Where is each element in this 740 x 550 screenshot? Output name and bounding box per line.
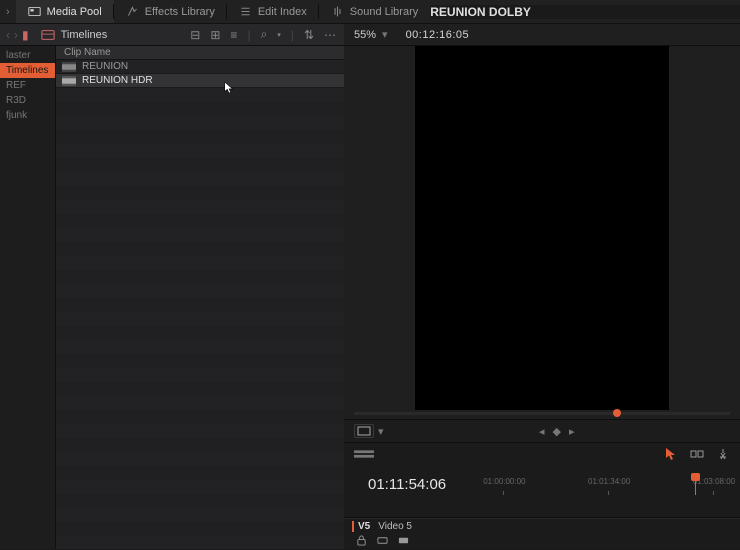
ruler-tick: 01:00:00:00 [483, 477, 525, 486]
search-chevron-icon[interactable]: ▾ [275, 31, 283, 39]
timeline-playhead-icon[interactable] [695, 473, 696, 495]
view-list-icon[interactable]: ≡ [228, 28, 239, 42]
mouse-cursor-icon [224, 82, 234, 97]
bin-item[interactable]: Timelines [0, 63, 55, 78]
clip-row[interactable]: REUNION HDR [56, 74, 344, 88]
clip-name: REUNION HDR [82, 75, 153, 86]
trim-tool-icon[interactable] [690, 447, 704, 464]
pool-header-bar: ‹ › ▮ Timelines ⊟ ⊞ ≡ | ⌕ ▾ | ⇅ ⋯ [0, 24, 344, 45]
show-bins-icon[interactable]: ▮ [22, 28, 29, 42]
tab-label: Effects Library [145, 6, 215, 18]
viewer-scrubber[interactable] [354, 412, 730, 415]
media-pool-icon [28, 5, 41, 18]
sound-library-icon [331, 5, 344, 18]
bin-item[interactable]: fjunk [0, 108, 55, 123]
clip-row[interactable]: REUNION [56, 60, 344, 74]
top-toolbar: › Media Pool Effects Library Edit Index … [0, 0, 740, 24]
lock-icon[interactable] [356, 535, 367, 549]
tab-label: Edit Index [258, 6, 307, 18]
next-edit-icon[interactable]: ▸ [569, 425, 575, 438]
viewer-controls: ▾ ◂ ◆ ▸ [344, 419, 740, 443]
tab-edit-index[interactable]: Edit Index [227, 0, 319, 23]
bin-item[interactable]: REF [0, 78, 55, 93]
timeline-toolbar [344, 443, 740, 467]
timeline-clip-icon [62, 62, 76, 72]
timeline-bin-icon [41, 28, 55, 42]
bin-sidebar: laster Timelines REF R3D fjunk [0, 46, 56, 549]
timeline-spacer [344, 501, 740, 517]
track-name[interactable]: Video 5 [378, 521, 412, 532]
nav-forward-icon[interactable]: › [14, 28, 18, 42]
pool-body[interactable]: REUNION REUNION HDR [56, 60, 344, 549]
blade-tool-icon[interactable] [716, 447, 730, 464]
track-header[interactable]: V5 Video 5 [344, 518, 740, 534]
pool-column-header: Clip Name [56, 46, 344, 60]
timeline-timecode[interactable]: 01:11:54:06 [368, 476, 478, 493]
playhead-icon[interactable] [613, 409, 621, 417]
zoom-chevron-icon[interactable]: ▾ [382, 28, 388, 41]
edit-index-icon [239, 5, 252, 18]
zoom-level[interactable]: 55% [354, 29, 376, 41]
tab-sound-library[interactable]: Sound Library [319, 0, 431, 23]
transport-controls: ◂ ◆ ▸ [384, 425, 730, 438]
ruler-tick: 01:01:34:00 [588, 477, 630, 486]
crop-icon[interactable] [354, 424, 374, 438]
main-area: laster Timelines REF R3D fjunk Clip Name… [0, 46, 740, 549]
timeline-tracks: V5 Video 5 [344, 517, 740, 549]
viewer-frame [415, 46, 669, 410]
effects-icon [126, 5, 139, 18]
timeline-ruler-row: 01:11:54:06 01:00:00:00 01:01:34:00 01:0… [344, 467, 740, 501]
sort-icon[interactable]: ⇅ [302, 28, 316, 42]
right-column: ▾ ◂ ◆ ▸ [344, 46, 740, 549]
timeline-ruler[interactable]: 01:00:00:00 01:01:34:00 01:03:08:00 [478, 467, 740, 501]
timeline-options-icon[interactable] [354, 448, 374, 463]
panel-title: Timelines [61, 29, 108, 41]
track-controls [344, 534, 740, 550]
current-edit-icon[interactable]: ◆ [553, 425, 561, 438]
track-index-label[interactable]: V5 [352, 521, 370, 532]
source-viewer[interactable] [344, 46, 740, 419]
tab-label: Sound Library [350, 6, 419, 18]
clip-name: REUNION [82, 61, 128, 72]
view-thumb-icon[interactable]: ⊞ [208, 28, 222, 42]
track-enable-icon[interactable] [377, 535, 388, 549]
viewer-timecode: 00:12:16:05 [406, 29, 470, 41]
panel-header-row: ‹ › ▮ Timelines ⊟ ⊞ ≡ | ⌕ ▾ | ⇅ ⋯ 55% ▾ … [0, 24, 740, 46]
tab-effects-library[interactable]: Effects Library [114, 0, 227, 23]
timeline-clip-icon [62, 76, 76, 86]
chevron-right-icon[interactable]: › [0, 6, 16, 18]
nav-back-icon[interactable]: ‹ [6, 28, 10, 42]
selection-tool-icon[interactable] [664, 447, 678, 464]
column-clip-name[interactable]: Clip Name [56, 47, 111, 58]
media-pool-list: Clip Name REUNION REUNION HDR [56, 46, 344, 549]
tab-media-pool[interactable]: Media Pool [16, 0, 114, 23]
bin-item[interactable]: laster [0, 48, 55, 63]
bin-item[interactable]: R3D [0, 93, 55, 108]
search-icon[interactable]: ⌕ [259, 27, 270, 42]
options-menu-icon[interactable]: ⋯ [322, 28, 338, 42]
view-metadata-icon[interactable]: ⊟ [188, 28, 202, 42]
track-visible-icon[interactable] [398, 535, 409, 549]
viewer-header-bar: 55% ▾ 00:12:16:05 [344, 24, 740, 45]
tab-label: Media Pool [47, 6, 102, 18]
prev-edit-icon[interactable]: ◂ [539, 425, 545, 438]
project-name: REUNION DOLBY [430, 5, 740, 19]
